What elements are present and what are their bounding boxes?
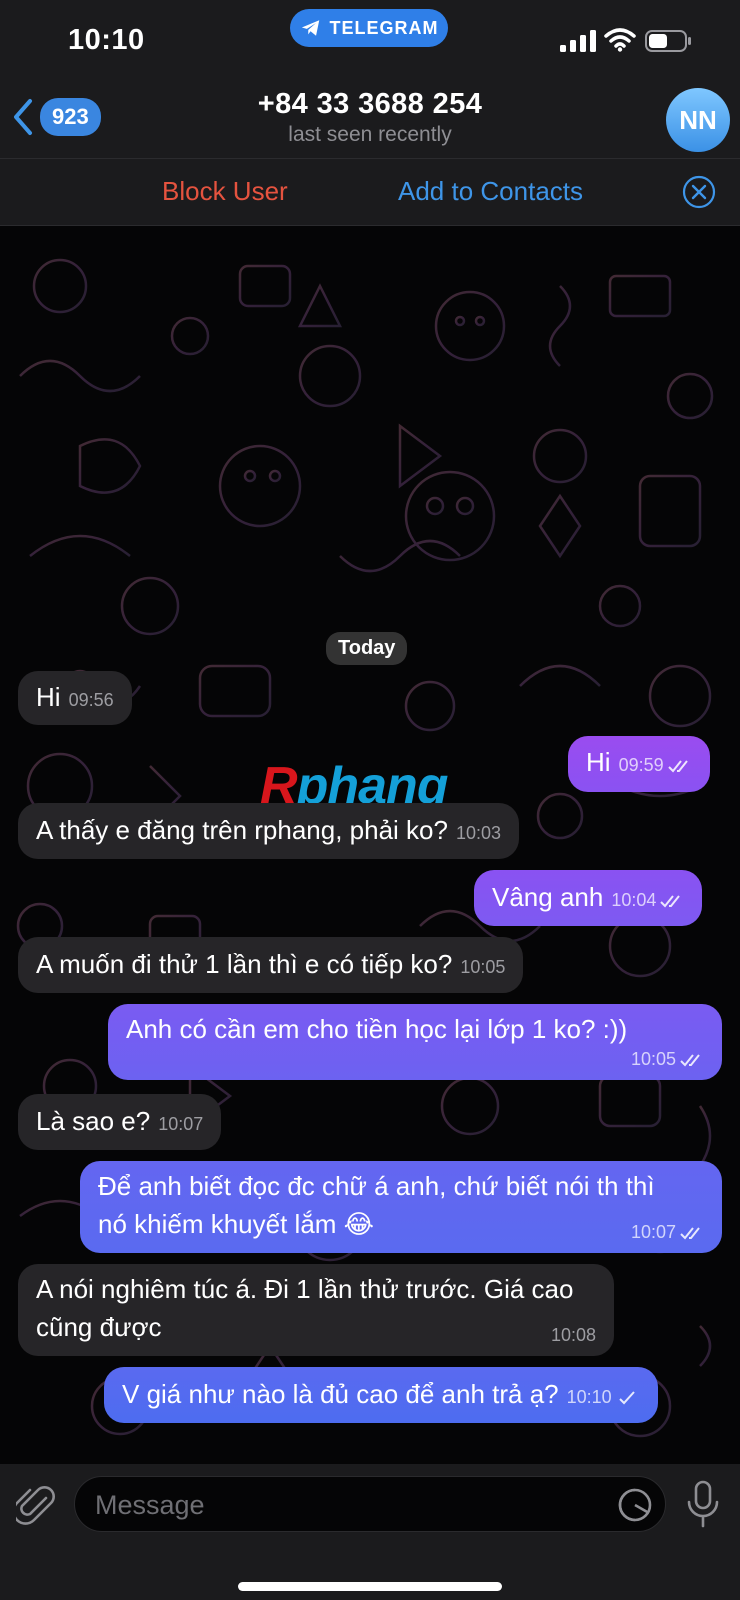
message-time: 10:10 bbox=[566, 1387, 612, 1407]
message-time: 10:05 bbox=[630, 1049, 676, 1069]
double-check-icon bbox=[667, 760, 688, 773]
message-time: 09:56 bbox=[68, 690, 114, 710]
incoming-message[interactable]: A thấy e đăng trên rphang, phải ko? 10:03 bbox=[18, 803, 520, 859]
outgoing-message[interactable]: Để anh biết đọc đc chữ á anh, chứ biết n… bbox=[80, 1161, 722, 1253]
incoming-message[interactable]: Hi 09:56 bbox=[18, 671, 132, 725]
app-pill-label: TELEGRAM bbox=[329, 17, 439, 38]
battery-icon bbox=[645, 30, 691, 52]
avatar-initials: NN bbox=[679, 104, 717, 135]
chevron-left-icon bbox=[14, 99, 32, 135]
message-time: 10:05 bbox=[460, 957, 506, 977]
message-placeholder: Message bbox=[95, 1490, 205, 1520]
chat-area[interactable]: Today Rphang Hi 09:56 Hi 09:59 A thấy e đă… bbox=[0, 226, 740, 1464]
block-user-button[interactable]: Block User bbox=[162, 176, 288, 207]
double-check-icon bbox=[660, 895, 681, 908]
back-button[interactable]: 923 bbox=[12, 98, 101, 136]
avatar[interactable]: NN bbox=[666, 88, 730, 152]
double-check-icon bbox=[680, 1054, 700, 1067]
message-time: 10:03 bbox=[455, 823, 502, 843]
chat-header: 923 +84 33 3688 254 last seen recently N… bbox=[0, 80, 740, 158]
telegram-return-pill[interactable]: TELEGRAM bbox=[290, 9, 448, 47]
chat-title-area[interactable]: +84 33 3688 254 last seen recently bbox=[170, 88, 570, 147]
sticker-icon[interactable] bbox=[617, 1487, 653, 1523]
microphone-icon[interactable] bbox=[686, 1480, 720, 1528]
paperclip-icon[interactable] bbox=[16, 1484, 56, 1528]
telegram-plane-icon bbox=[301, 20, 319, 36]
wifi-icon bbox=[604, 28, 636, 52]
signal-icon bbox=[560, 30, 596, 52]
outgoing-message[interactable]: Vâng anh 10:04 bbox=[474, 870, 703, 926]
incoming-message[interactable]: A nói nghiêm túc á. Đi 1 lần thử trước. … bbox=[18, 1264, 614, 1356]
message-time: 10:04 bbox=[611, 890, 657, 910]
unread-count-badge: 923 bbox=[40, 98, 101, 136]
single-check-icon bbox=[618, 1391, 635, 1405]
message-time: 10:07 bbox=[630, 1222, 676, 1242]
incoming-message[interactable]: A muốn đi thử 1 lần thì e có tiếp ko? 10:… bbox=[18, 937, 524, 993]
incoming-message[interactable]: Là sao e? 10:07 bbox=[18, 1094, 222, 1150]
add-to-contacts-button[interactable]: Add to Contacts bbox=[398, 176, 583, 207]
message-time: 09:59 bbox=[618, 755, 664, 775]
outgoing-message[interactable]: V giá như nào là đủ cao để anh trả ạ? 10:… bbox=[104, 1367, 658, 1423]
close-icon[interactable] bbox=[682, 175, 716, 209]
message-time: 10:07 bbox=[158, 1114, 204, 1134]
home-indicator[interactable] bbox=[238, 1582, 502, 1591]
message-input-bar: Message bbox=[0, 1464, 740, 1600]
contact-action-bar: Block User Add to Contacts bbox=[0, 158, 740, 226]
outgoing-message[interactable]: Anh có cần em cho tiền học lại lớp 1 ko?… bbox=[108, 1004, 722, 1080]
chat-subtitle: last seen recently bbox=[288, 123, 452, 146]
message-input[interactable]: Message bbox=[74, 1476, 666, 1532]
outgoing-message[interactable]: Hi 09:59 bbox=[568, 736, 710, 792]
status-time: 10:10 bbox=[68, 24, 145, 56]
date-separator: Today bbox=[326, 632, 408, 665]
chat-title: +84 33 3688 254 bbox=[257, 88, 483, 120]
double-check-icon bbox=[680, 1227, 700, 1240]
status-bar: 10:10 TELEGRAM bbox=[0, 0, 740, 80]
